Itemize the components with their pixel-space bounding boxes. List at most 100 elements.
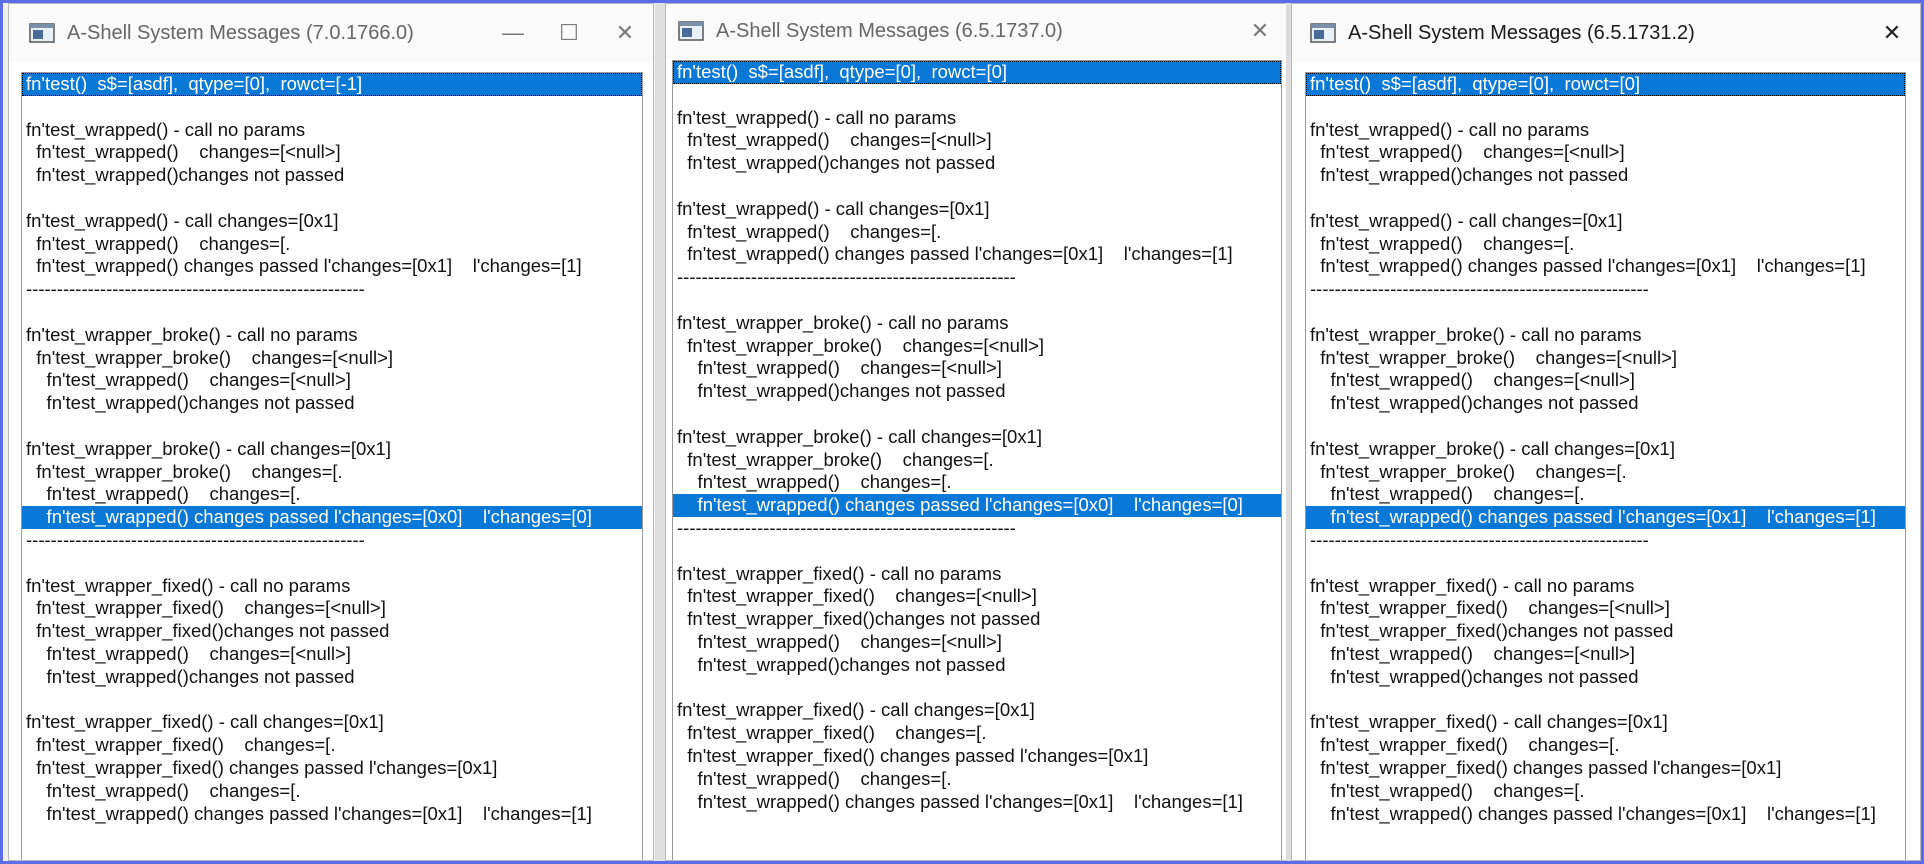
message-line[interactable]: fn'test_wrapper_fixed() - call no params [22, 575, 642, 598]
message-line[interactable]: fn'test_wrapped() changes=[<null>] [1306, 141, 1905, 164]
message-line[interactable]: fn'test_wrapped() changes=[<null>] [22, 369, 642, 392]
message-line[interactable]: fn'test_wrapped() changes passed l'chang… [1306, 506, 1905, 529]
message-line[interactable] [22, 689, 642, 712]
message-line[interactable]: fn'test_wrapped() - call no params [673, 107, 1281, 130]
message-line[interactable]: fn'test_wrapper_fixed() changes passed l… [22, 757, 642, 780]
message-line[interactable] [1306, 415, 1905, 438]
message-line[interactable]: fn'test_wrapped() changes passed l'chang… [1306, 255, 1905, 278]
message-line[interactable]: fn'test_wrapped() changes=[<null>] [673, 129, 1281, 152]
message-line[interactable]: fn'test_wrapped() changes passed l'chang… [22, 506, 642, 529]
message-line[interactable]: fn'test() s$=[asdf], qtype=[0], rowct=[0… [1306, 73, 1905, 96]
message-line[interactable]: fn'test_wrapped() changes passed l'chang… [673, 791, 1281, 814]
message-line[interactable]: fn'test_wrapper_broke() changes=[. [22, 461, 642, 484]
message-line[interactable]: fn'test_wrapper_fixed() - call changes=[… [22, 711, 642, 734]
message-line[interactable] [1306, 689, 1905, 712]
message-line[interactable]: fn'test_wrapped() - call changes=[0x1] [673, 198, 1281, 221]
message-line[interactable] [673, 403, 1281, 426]
message-line[interactable]: fn'test() s$=[asdf], qtype=[0], rowct=[-… [22, 73, 642, 96]
message-line[interactable]: fn'test_wrapper_fixed()changes not passe… [1306, 620, 1905, 643]
message-line[interactable]: fn'test_wrapper_fixed()changes not passe… [22, 620, 642, 643]
message-line[interactable]: fn'test_wrapped() - call changes=[0x1] [22, 210, 642, 233]
message-line[interactable]: ----------------------------------------… [22, 278, 642, 301]
message-line[interactable]: fn'test_wrapper_fixed() changes=[<null>] [673, 585, 1281, 608]
message-line[interactable]: fn'test_wrapped() changes=[<null>] [1306, 643, 1905, 666]
message-line[interactable] [1306, 301, 1905, 324]
message-line[interactable]: fn'test_wrapped()changes not passed [1306, 164, 1905, 187]
message-line[interactable]: fn'test_wrapped() - call changes=[0x1] [1306, 210, 1905, 233]
message-line[interactable] [673, 84, 1281, 107]
message-line[interactable]: fn'test_wrapper_broke() changes=[<null>] [673, 335, 1281, 358]
message-list[interactable]: fn'test() s$=[asdf], qtype=[0], rowct=[0… [672, 60, 1282, 860]
message-line[interactable]: fn'test_wrapper_fixed() changes passed l… [673, 745, 1281, 768]
message-line[interactable]: fn'test_wrapper_broke() changes=[<null>] [22, 347, 642, 370]
message-line[interactable]: fn'test_wrapped() changes=[. [1306, 233, 1905, 256]
message-line[interactable] [22, 187, 642, 210]
message-line[interactable]: fn'test_wrapped() changes passed l'chang… [22, 255, 642, 278]
message-line[interactable] [22, 301, 642, 324]
message-line[interactable]: fn'test_wrapped() - call no params [22, 119, 642, 142]
message-line[interactable]: fn'test_wrapper_broke() - call no params [1306, 324, 1905, 347]
message-line[interactable]: fn'test_wrapped()changes not passed [22, 164, 642, 187]
message-line[interactable] [673, 289, 1281, 312]
close-icon[interactable]: ✕ [1232, 4, 1288, 60]
message-line[interactable]: fn'test_wrapped()changes not passed [1306, 666, 1905, 689]
message-line[interactable]: ----------------------------------------… [673, 517, 1281, 540]
close-icon[interactable]: ✕ [597, 4, 653, 62]
message-line[interactable] [673, 175, 1281, 198]
message-line[interactable]: fn'test_wrapped()changes not passed [1306, 392, 1905, 415]
message-line[interactable]: fn'test_wrapper_fixed() - call no params [1306, 575, 1905, 598]
message-line[interactable]: fn'test_wrapper_broke() - call changes=[… [22, 438, 642, 461]
message-line[interactable]: fn'test_wrapped() changes passed l'chang… [1306, 803, 1905, 826]
message-line[interactable] [22, 96, 642, 119]
message-line[interactable]: fn'test_wrapped()changes not passed [673, 380, 1281, 403]
message-line[interactable] [22, 552, 642, 575]
message-line[interactable]: fn'test_wrapper_broke() changes=[. [673, 449, 1281, 472]
message-line[interactable]: fn'test_wrapper_fixed() changes=[. [22, 734, 642, 757]
title-bar[interactable]: A-Shell System Messages (6.5.1731.2) ✕ [1292, 4, 1920, 62]
message-line[interactable]: fn'test_wrapped()changes not passed [673, 152, 1281, 175]
message-line[interactable]: fn'test_wrapper_broke() - call changes=[… [673, 426, 1281, 449]
message-line[interactable]: fn'test_wrapper_broke() - call no params [673, 312, 1281, 335]
message-line[interactable]: fn'test_wrapped() changes passed l'chang… [22, 803, 642, 826]
message-line[interactable]: fn'test_wrapper_fixed() - call no params [673, 563, 1281, 586]
message-list[interactable]: fn'test() s$=[asdf], qtype=[0], rowct=[-… [21, 72, 643, 860]
message-line[interactable]: fn'test_wrapped()changes not passed [22, 392, 642, 415]
message-line[interactable]: fn'test_wrapped() changes=[. [22, 780, 642, 803]
message-line[interactable] [1306, 187, 1905, 210]
message-line[interactable] [22, 415, 642, 438]
message-line[interactable]: fn'test_wrapped() - call no params [1306, 119, 1905, 142]
message-line[interactable] [1306, 96, 1905, 119]
message-line[interactable]: fn'test_wrapper_fixed() changes=[<null>] [1306, 597, 1905, 620]
title-bar[interactable]: A-Shell System Messages (6.5.1737.0) ✕ [666, 4, 1288, 58]
message-line[interactable]: fn'test_wrapper_broke() changes=[. [1306, 461, 1905, 484]
message-line[interactable] [673, 677, 1281, 700]
message-line[interactable]: fn'test_wrapped() changes=[. [22, 233, 642, 256]
message-line[interactable]: fn'test_wrapper_fixed() changes=[<null>] [22, 597, 642, 620]
message-line[interactable]: fn'test_wrapped() changes passed l'chang… [673, 494, 1281, 517]
message-line[interactable]: fn'test_wrapped() changes=[. [1306, 780, 1905, 803]
message-line[interactable]: fn'test_wrapped() changes=[<null>] [673, 357, 1281, 380]
message-line[interactable]: fn'test_wrapper_broke() changes=[<null>] [1306, 347, 1905, 370]
message-line[interactable]: fn'test_wrapper_fixed()changes not passe… [673, 608, 1281, 631]
message-list[interactable]: fn'test() s$=[asdf], qtype=[0], rowct=[0… [1305, 72, 1906, 860]
message-line[interactable]: fn'test_wrapped() changes=[<null>] [22, 643, 642, 666]
message-line[interactable]: ----------------------------------------… [22, 529, 642, 552]
message-line[interactable]: ----------------------------------------… [673, 266, 1281, 289]
message-line[interactable]: fn'test_wrapped() changes=[<null>] [1306, 369, 1905, 392]
message-line[interactable] [1306, 552, 1905, 575]
message-line[interactable] [673, 540, 1281, 563]
message-line[interactable]: fn'test_wrapper_fixed() changes=[. [1306, 734, 1905, 757]
message-line[interactable]: fn'test_wrapped() changes=[. [673, 221, 1281, 244]
message-line[interactable]: fn'test_wrapper_broke() - call no params [22, 324, 642, 347]
maximize-icon[interactable]: ☐ [541, 4, 597, 62]
message-line[interactable]: fn'test_wrapped() changes=[. [1306, 483, 1905, 506]
message-line[interactable]: fn'test_wrapped() changes=[<null>] [673, 631, 1281, 654]
message-line[interactable]: fn'test_wrapped() changes=[. [22, 483, 642, 506]
title-bar[interactable]: A-Shell System Messages (7.0.1766.0) — ☐… [9, 4, 653, 62]
message-line[interactable]: fn'test_wrapper_broke() - call changes=[… [1306, 438, 1905, 461]
message-line[interactable]: fn'test_wrapper_fixed() - call changes=[… [673, 699, 1281, 722]
message-line[interactable]: fn'test() s$=[asdf], qtype=[0], rowct=[0… [673, 61, 1281, 84]
message-line[interactable]: fn'test_wrapper_fixed() - call changes=[… [1306, 711, 1905, 734]
message-line[interactable]: fn'test_wrapped()changes not passed [673, 654, 1281, 677]
message-line[interactable]: ----------------------------------------… [1306, 278, 1905, 301]
